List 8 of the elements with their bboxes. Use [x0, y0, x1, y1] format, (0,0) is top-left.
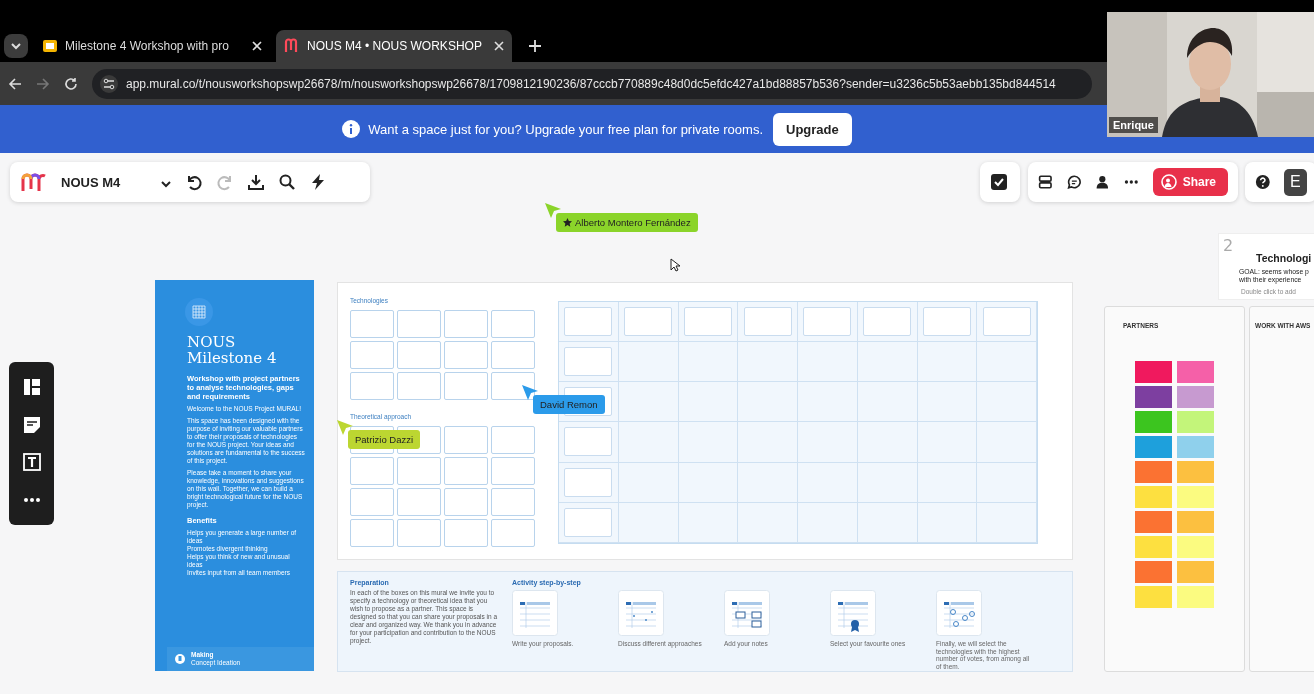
banner-message: Want a space just for you? Upgrade your free plan for private rooms.: [368, 121, 763, 137]
cursor-name-tooltip: Alberto Montero Fernández: [556, 213, 698, 232]
participant-name: Enrique: [1109, 117, 1158, 133]
panel-title: NOUS Milestone 4: [187, 334, 278, 366]
area-title: Technologi: [1256, 252, 1312, 264]
area-number: 2: [1223, 236, 1234, 255]
cursor-name-tooltip: David Remon: [533, 395, 605, 414]
cursor-name-tooltip: Patrizio Dazzi: [348, 430, 421, 449]
